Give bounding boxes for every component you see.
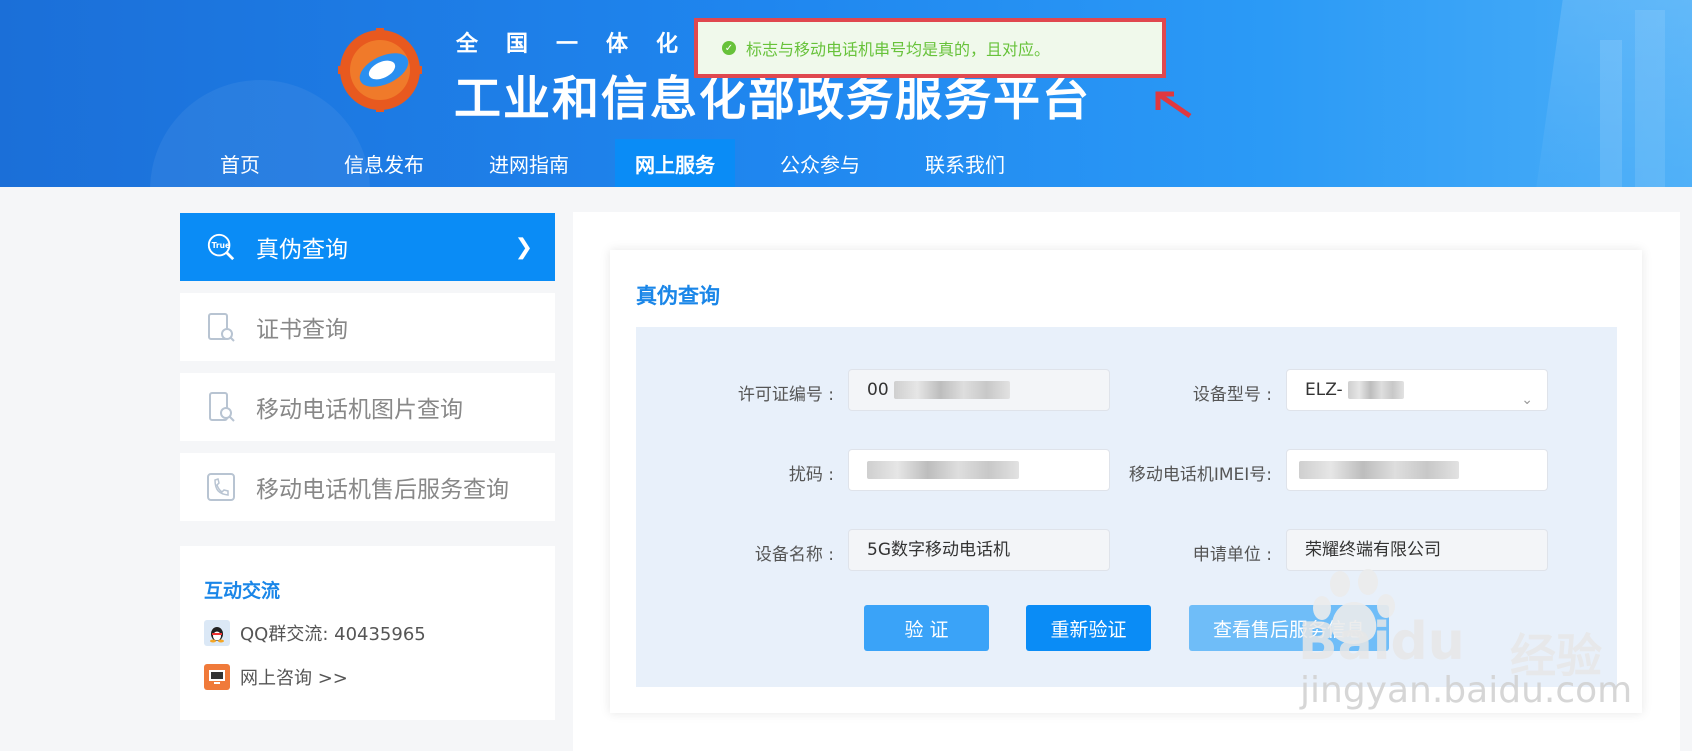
license-value: 00 [867, 380, 889, 400]
nav-network-guide[interactable]: 进网指南 [479, 139, 579, 187]
interaction-panel: 互动交流 QQ群交流: 40435965 网上咨询 >> [180, 546, 555, 720]
monitor-icon [204, 664, 230, 690]
device-name-value: 5G数字移动电话机 [867, 540, 1010, 560]
sidebar-item-authenticity[interactable]: True 真伪查询 ❯ [180, 213, 555, 281]
online-consult-link[interactable]: 网上咨询 >> [204, 664, 348, 690]
imei-label: 移动电话机IMEI号: [1128, 465, 1272, 485]
sidebar-item-label: 移动电话机图片查询 [256, 397, 463, 423]
sidebar-item-certificate[interactable]: 证书查询 [180, 293, 555, 361]
sidebar-item-label: 证书查询 [256, 317, 348, 343]
sidebar-item-phone-image[interactable]: 移动电话机图片查询 [180, 373, 555, 441]
nav-info-release[interactable]: 信息发布 [334, 139, 434, 187]
applicant-field[interactable]: 荣耀终端有限公司 [1286, 529, 1548, 571]
qq-penguin-icon [204, 620, 230, 646]
model-value: ELZ- [1305, 380, 1343, 400]
verify-button[interactable]: 验 证 [864, 605, 989, 651]
header-subtitle: 全国一体化 [456, 32, 707, 57]
nav-contact-us[interactable]: 联系我们 [915, 139, 1015, 187]
red-arrow-icon [1155, 91, 1192, 119]
imei-field[interactable] [1286, 449, 1548, 491]
redacted-block [1299, 461, 1459, 479]
code-label: 扰码 : [788, 465, 834, 485]
sidebar-item-label: 移动电话机售后服务查询 [256, 477, 509, 503]
miit-logo-icon[interactable] [338, 28, 422, 112]
main-nav: 首页 信息发布 进网指南 网上服务 公众参与 联系我们 [0, 139, 1692, 187]
check-circle-icon: ✓ [722, 41, 736, 55]
reverify-button[interactable]: 重新验证 [1026, 605, 1151, 651]
qq-group-link[interactable]: QQ群交流: 40435965 [204, 620, 426, 646]
device-name-field[interactable]: 5G数字移动电话机 [848, 529, 1110, 571]
redacted-block [894, 381, 1011, 399]
license-label: 许可证编号 : [737, 385, 834, 405]
redacted-block [1348, 381, 1405, 399]
model-label: 设备型号 : [1192, 385, 1272, 405]
chevron-right-icon: ❯ [514, 235, 533, 260]
qq-group-text: QQ群交流: 40435965 [240, 624, 426, 645]
applicant-value: 荣耀终端有限公司 [1305, 540, 1441, 560]
card-title: 真伪查询 [636, 284, 720, 308]
true-search-icon: True [206, 232, 236, 262]
phone-service-icon [206, 472, 236, 502]
online-consult-text: 网上咨询 >> [240, 668, 348, 689]
nav-home[interactable]: 首页 [200, 139, 280, 187]
sidebar-item-phone-service[interactable]: 移动电话机售后服务查询 [180, 453, 555, 521]
nav-online-service[interactable]: 网上服务 [615, 139, 735, 187]
device-name-label: 设备名称 : [754, 545, 834, 565]
watermark-brand: Baidu [1298, 612, 1465, 672]
sidebar-item-label: 真伪查询 [256, 237, 348, 263]
certificate-search-icon [206, 312, 236, 342]
applicant-label: 申请单位 : [1192, 545, 1272, 565]
phone-image-search-icon [206, 392, 236, 422]
model-select[interactable]: ELZ- ⌄ [1286, 369, 1548, 411]
license-field[interactable]: 00 [848, 369, 1110, 411]
redacted-block [867, 461, 1019, 479]
svg-text:True: True [212, 241, 230, 250]
toast-message: 标志与移动电话机串号均是真的，且对应。 [746, 40, 1051, 59]
chevron-down-icon: ⌄ [1521, 392, 1533, 408]
interaction-title: 互动交流 [204, 580, 281, 602]
watermark-url: jingyan.baidu.com [1300, 670, 1633, 711]
code-field[interactable] [848, 449, 1110, 491]
success-toast: ✓ 标志与移动电话机串号均是真的，且对应。 [694, 18, 1166, 78]
nav-public-participation[interactable]: 公众参与 [770, 139, 870, 187]
